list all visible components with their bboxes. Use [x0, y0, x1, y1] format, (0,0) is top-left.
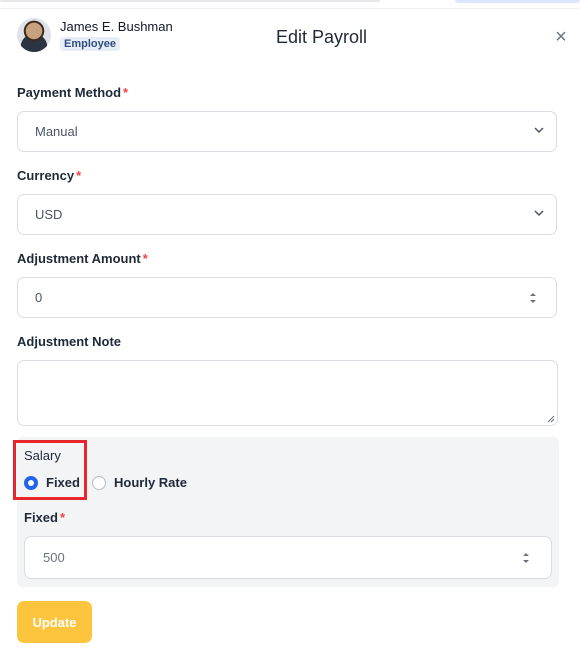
payment-method-label: Payment Method *: [17, 85, 128, 100]
resize-handle-icon[interactable]: [547, 415, 555, 423]
currency-value: USD: [35, 207, 63, 222]
adjustment-amount-label-text: Adjustment Amount: [17, 251, 141, 266]
update-button[interactable]: Update: [17, 601, 92, 643]
salary-fixed-radio[interactable]: [24, 476, 38, 490]
adjustment-amount-value: 0: [35, 290, 43, 305]
payment-method-value: Manual: [35, 124, 78, 139]
close-icon[interactable]: ×: [552, 27, 570, 47]
salary-hourly-rate-label[interactable]: Hourly Rate: [114, 475, 187, 490]
modal-title: Edit Payroll: [276, 27, 368, 47]
adjustment-amount-label: Adjustment Amount *: [17, 251, 148, 266]
currency-label: Currency *: [17, 168, 81, 183]
currency-select[interactable]: USD: [17, 194, 557, 235]
required-mark: *: [59, 510, 66, 525]
number-stepper-icon[interactable]: [522, 550, 530, 566]
adjustment-note-textarea[interactable]: [17, 360, 558, 426]
fixed-amount-label-text: Fixed: [24, 510, 58, 525]
chevron-down-icon: [534, 210, 544, 217]
fixed-amount-label: Fixed *: [24, 510, 65, 525]
required-mark: *: [142, 251, 148, 266]
top-background-pill: [455, 0, 580, 3]
fixed-amount-input[interactable]: 500: [24, 536, 552, 579]
employee-avatar: [17, 18, 51, 52]
adjustment-note-label: Adjustment Note: [17, 334, 121, 349]
employee-role-badge: Employee: [60, 37, 120, 51]
required-mark: *: [123, 85, 129, 100]
chevron-down-icon: [534, 127, 544, 134]
employee-name: James E. Bushman: [60, 19, 173, 34]
payment-method-label-text: Payment Method: [17, 85, 122, 100]
required-mark: *: [76, 168, 82, 183]
payment-method-select[interactable]: Manual: [17, 111, 557, 152]
top-background-bar: [0, 0, 380, 2]
currency-label-text: Currency: [17, 168, 75, 183]
salary-hourly-rate-radio[interactable]: [92, 476, 106, 490]
top-background: [0, 0, 580, 8]
adjustment-amount-input[interactable]: 0: [17, 277, 557, 318]
header-divider: [0, 8, 580, 9]
fixed-amount-value: 500: [43, 550, 65, 565]
highlight-box: [13, 440, 87, 500]
number-stepper-icon[interactable]: [529, 290, 537, 306]
salary-fixed-label[interactable]: Fixed: [46, 475, 80, 490]
